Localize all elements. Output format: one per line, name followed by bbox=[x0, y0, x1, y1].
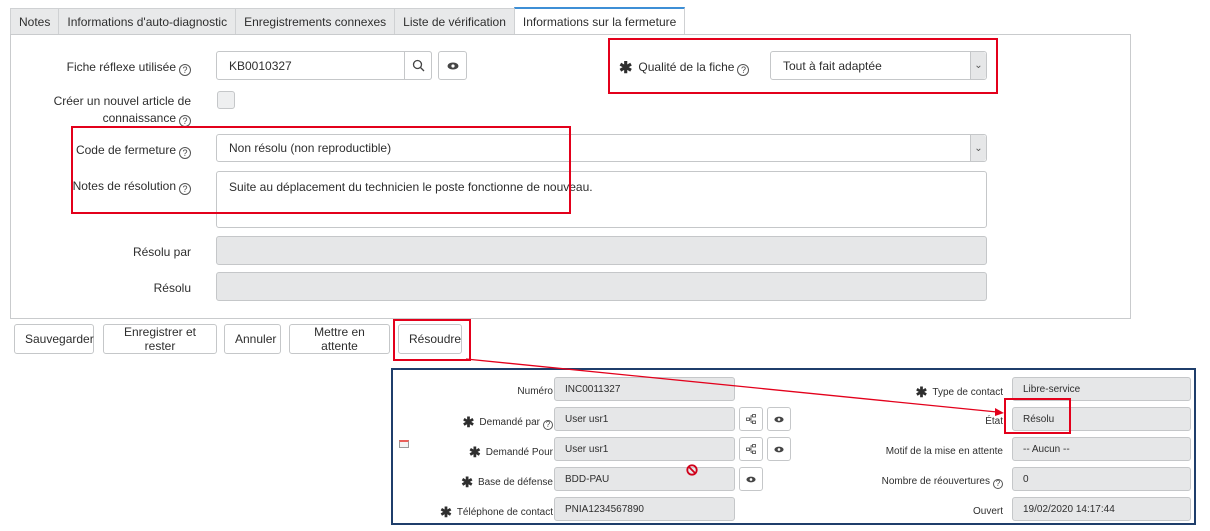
close-code-value: Non résolu (non reproductible) bbox=[229, 141, 392, 155]
defense-base-label: ✱ Base de défense bbox=[403, 474, 553, 491]
quality-label-text: Qualité de la fiche bbox=[638, 60, 735, 74]
phone-input: PNIA1234567890 bbox=[554, 497, 735, 521]
requested-by-label-text: Demandé par bbox=[479, 417, 540, 428]
kb-value: KB0010327 bbox=[229, 58, 292, 73]
requested-for-hierarchy-button[interactable] bbox=[739, 437, 763, 461]
kb-search-button[interactable] bbox=[404, 51, 432, 80]
opened-input: 19/02/2020 14:17:44 bbox=[1012, 497, 1191, 521]
eye-icon bbox=[447, 62, 458, 69]
requested-by-input: User usr1 bbox=[554, 407, 735, 431]
number-input: INC0011327 bbox=[554, 377, 735, 401]
resolved-by-input bbox=[216, 236, 987, 265]
requested-for-label-text: Demandé Pour bbox=[485, 447, 553, 458]
required-icon: ✱ bbox=[462, 414, 475, 430]
state-input: Résolu bbox=[1012, 407, 1191, 431]
required-icon: ✱ bbox=[461, 474, 473, 490]
new-article-label-line1: Créer un nouvel article de bbox=[53, 94, 191, 108]
requested-for-input: User usr1 bbox=[554, 437, 735, 461]
required-icon: ✱ bbox=[440, 504, 452, 520]
help-icon[interactable]: ? bbox=[179, 183, 191, 195]
quality-select[interactable]: Tout à fait adaptée ⌄ bbox=[770, 51, 987, 80]
new-article-checkbox[interactable] bbox=[217, 91, 235, 109]
help-icon[interactable]: ? bbox=[993, 479, 1003, 489]
tab-related-records[interactable]: Enregistrements connexes bbox=[235, 8, 395, 35]
save-and-stay-button[interactable]: Enregistrer et rester bbox=[103, 324, 217, 354]
tab-closure-info[interactable]: Informations sur la fermeture bbox=[513, 7, 686, 35]
quality-label: ✱ Qualité de la fiche? bbox=[619, 59, 779, 77]
number-label: Numéro bbox=[517, 386, 553, 397]
new-article-label: Créer un nouvel article de connaissance? bbox=[31, 93, 191, 127]
reopen-count-label-text: Nombre de réouvertures bbox=[881, 476, 990, 487]
kb-label-text: Fiche réflexe utilisée bbox=[66, 60, 176, 74]
defense-base-label-text: Base de défense bbox=[477, 477, 553, 488]
required-icon: ✱ bbox=[619, 60, 633, 77]
kb-label: Fiche réflexe utilisée? bbox=[31, 59, 191, 76]
chevron-down-icon: ⌄ bbox=[970, 135, 986, 161]
tab-bar: Notes Informations d'auto-diagnostic Enr… bbox=[10, 7, 686, 35]
hierarchy-icon bbox=[746, 414, 756, 424]
resolved-label: Résolu bbox=[153, 281, 191, 295]
defense-base-input: BDD-PAU bbox=[554, 467, 735, 491]
requested-for-preview-button[interactable] bbox=[767, 437, 791, 461]
save-button[interactable]: Sauvegarder bbox=[14, 324, 94, 354]
on-hold-button[interactable]: Mettre en attente bbox=[289, 324, 390, 354]
close-code-label: Code de fermeture? bbox=[31, 142, 191, 159]
chevron-down-icon: ⌄ bbox=[970, 52, 986, 79]
help-icon[interactable]: ? bbox=[179, 147, 191, 159]
contact-type-label: ✱ Type de contact bbox=[813, 384, 1003, 401]
close-code-label-text: Code de fermeture bbox=[75, 143, 176, 157]
resolution-notes-label: Notes de résolution? bbox=[31, 178, 191, 195]
search-icon bbox=[412, 59, 424, 72]
not-allowed-cursor-icon bbox=[686, 464, 698, 476]
close-code-select[interactable]: Non résolu (non reproductible) ⌄ bbox=[216, 134, 987, 162]
help-icon[interactable]: ? bbox=[543, 420, 553, 430]
kb-preview-button[interactable] bbox=[438, 51, 467, 80]
hold-reason-label: Motif de la mise en attente bbox=[885, 446, 1003, 457]
help-icon[interactable]: ? bbox=[737, 64, 750, 76]
cancel-button[interactable]: Annuler bbox=[224, 324, 281, 354]
reopen-count-input: 0 bbox=[1012, 467, 1191, 491]
resolved-by-label: Résolu par bbox=[132, 245, 191, 259]
state-label: État bbox=[985, 416, 1003, 427]
eye-icon bbox=[774, 416, 784, 422]
required-icon: ✱ bbox=[469, 444, 481, 460]
tab-self-diagnostic[interactable]: Informations d'auto-diagnostic bbox=[58, 8, 236, 35]
requested-by-hierarchy-button[interactable] bbox=[739, 407, 763, 431]
opened-label: Ouvert bbox=[972, 506, 1003, 517]
requested-by-preview-button[interactable] bbox=[767, 407, 791, 431]
contact-type-input: Libre-service bbox=[1012, 377, 1191, 401]
resolve-button[interactable]: Résoudre bbox=[398, 324, 462, 354]
requested-for-label: ✱ Demandé Pour bbox=[403, 444, 553, 461]
help-icon[interactable]: ? bbox=[179, 64, 191, 76]
phone-label: ✱ Téléphone de contact bbox=[403, 504, 553, 521]
required-icon: ✱ bbox=[915, 384, 928, 400]
tab-checklist[interactable]: Liste de vérification bbox=[394, 8, 514, 35]
resolution-notes-textarea[interactable]: Suite au déplacement du technicien le po… bbox=[216, 171, 987, 228]
closure-info-panel: Fiche réflexe utilisée? KB0010327 ✱ Quali… bbox=[10, 34, 1131, 319]
hierarchy-icon bbox=[746, 444, 756, 454]
phone-label-text: Téléphone de contact bbox=[456, 507, 553, 518]
tab-notes[interactable]: Notes bbox=[10, 8, 59, 35]
resolution-notes-label-text: Notes de résolution bbox=[72, 179, 176, 193]
resolved-input bbox=[216, 272, 987, 301]
defense-base-preview-button[interactable] bbox=[739, 467, 763, 491]
contact-type-label-text: Type de contact bbox=[932, 387, 1003, 398]
eye-icon bbox=[746, 476, 756, 482]
new-article-label-line2: connaissance bbox=[102, 111, 176, 125]
kb-input[interactable]: KB0010327 bbox=[216, 51, 432, 80]
resolution-notes-value: Suite au déplacement du technicien le po… bbox=[229, 180, 593, 194]
hold-reason-input: -- Aucun -- bbox=[1012, 437, 1191, 461]
reopen-count-label: Nombre de réouvertures? bbox=[813, 474, 1003, 490]
eye-icon bbox=[774, 446, 784, 452]
incident-inset: Numéro INC0011327 ✱ Demandé par? User usr… bbox=[391, 368, 1196, 525]
quality-value: Tout à fait adaptée bbox=[783, 58, 882, 73]
requested-by-label: ✱ Demandé par? bbox=[403, 414, 553, 431]
help-icon[interactable]: ? bbox=[179, 115, 191, 127]
